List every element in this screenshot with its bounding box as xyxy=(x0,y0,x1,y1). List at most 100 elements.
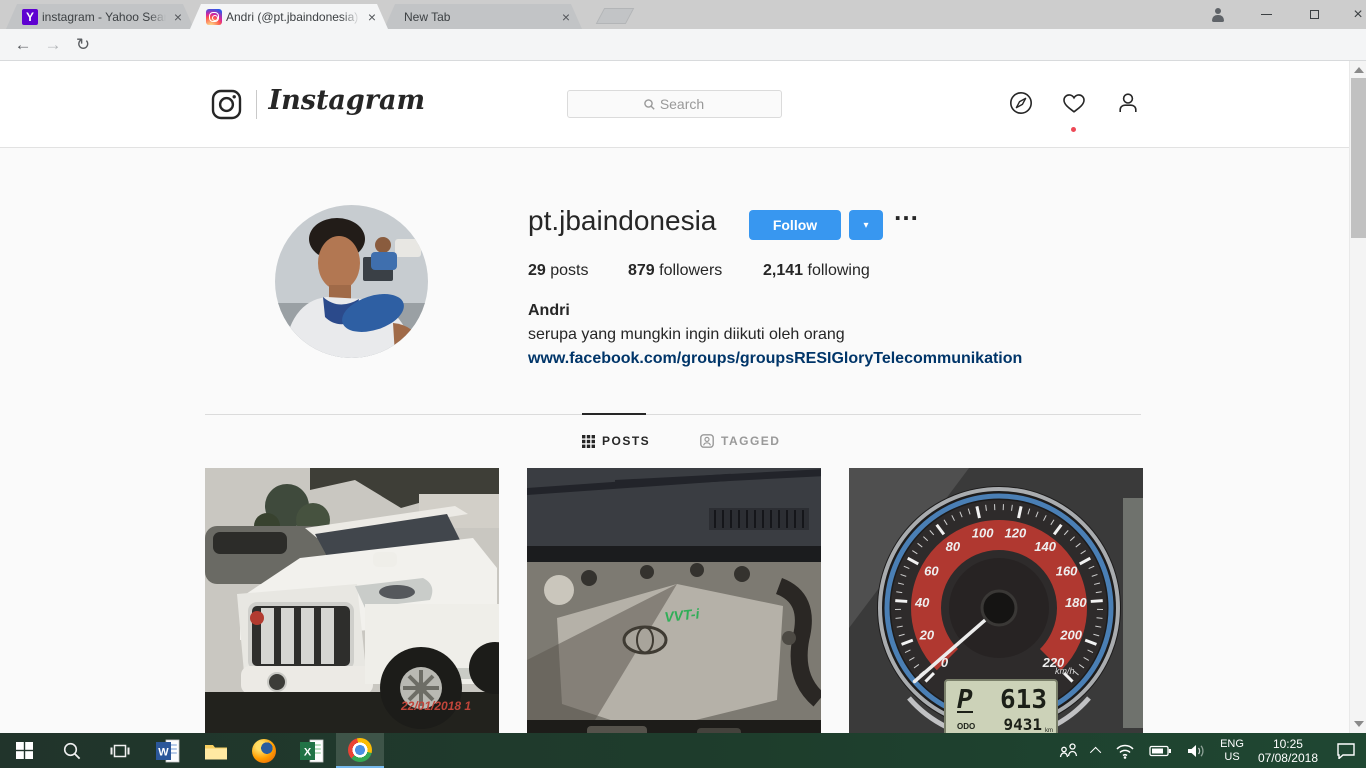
profile-person-icon[interactable] xyxy=(1116,91,1140,115)
task-view-icon xyxy=(110,743,130,759)
window-minimize-button[interactable] xyxy=(1244,0,1288,29)
page-scrollbar[interactable] xyxy=(1349,61,1366,733)
browser-tab-strip: Y instagram - Yahoo Search × Andri (@pt.… xyxy=(0,0,1366,29)
svg-text:80: 80 xyxy=(946,539,961,554)
follow-button[interactable]: Follow xyxy=(749,210,841,240)
photo-date-stamp: 22/01/2018 1 xyxy=(400,699,471,713)
reload-button[interactable]: ↻ xyxy=(70,33,96,57)
active-tab-indicator xyxy=(582,413,646,415)
lcd-gear-indicator: P xyxy=(957,685,973,715)
tab-new-tab[interactable]: New Tab × xyxy=(384,4,582,29)
battery-icon[interactable] xyxy=(1149,744,1172,758)
volume-icon[interactable] xyxy=(1186,743,1206,759)
profile-website-link[interactable]: www.facebook.com/groups/groupsRESIGloryT… xyxy=(528,350,1022,368)
svg-text:120: 120 xyxy=(1005,525,1027,540)
following-count[interactable]: 2,141 following xyxy=(763,262,870,280)
tab-close-icon[interactable]: × xyxy=(170,9,186,25)
activity-heart-icon[interactable] xyxy=(1062,91,1086,115)
clock[interactable]: 10:25 07/08/2018 xyxy=(1258,737,1318,765)
start-button[interactable] xyxy=(0,733,48,768)
page-viewport: Instagram Search xyxy=(0,61,1366,733)
taskbar-firefox-button[interactable] xyxy=(240,733,288,768)
firefox-icon xyxy=(252,739,276,763)
instagram-glyph-logo[interactable] xyxy=(211,89,242,120)
wifi-icon[interactable] xyxy=(1115,743,1135,759)
taskbar-search-button[interactable] xyxy=(48,733,96,768)
profile-picture[interactable] xyxy=(275,205,428,358)
lcd-odo-value: 9431 xyxy=(1003,715,1042,733)
back-icon: ← xyxy=(15,35,32,54)
language-indicator[interactable]: ENG US xyxy=(1220,738,1244,764)
svg-text:200: 200 xyxy=(1059,627,1082,642)
lcd-trip-value: 613 xyxy=(1000,685,1047,715)
minimize-icon xyxy=(1261,14,1272,15)
divider xyxy=(205,414,1141,415)
svg-text:160: 160 xyxy=(1056,564,1078,579)
explore-compass-icon[interactable] xyxy=(1009,91,1033,115)
tab-tagged[interactable]: TAGGED xyxy=(700,434,780,448)
tab-posts[interactable]: POSTS xyxy=(582,434,650,448)
forward-icon: → xyxy=(45,35,62,54)
tab-yahoo-search[interactable]: Y instagram - Yahoo Search × xyxy=(6,4,194,29)
tagged-person-icon xyxy=(700,434,714,448)
chevron-down-icon: ▾ xyxy=(863,220,868,231)
windows-logo-icon xyxy=(16,742,33,759)
browser-profile-button[interactable] xyxy=(1196,0,1240,29)
search-icon xyxy=(63,742,81,760)
browser-toolbar: ← → ↻ Secure https://www.instagram.com/p… xyxy=(0,29,1366,61)
profile-bio: serupa yang mungkin ingin diikuti oleh o… xyxy=(528,326,845,344)
scroll-up-arrow-icon[interactable] xyxy=(1354,67,1364,73)
search-input[interactable]: Search xyxy=(567,90,782,118)
more-options-button[interactable]: … xyxy=(893,196,920,227)
action-center-icon[interactable] xyxy=(1336,742,1356,759)
grid-icon xyxy=(582,435,595,448)
chrome-icon xyxy=(348,738,372,762)
clock-time: 10:25 xyxy=(1258,737,1318,751)
tab-instagram-profile[interactable]: Andri (@pt.jbaindonesia) × xyxy=(190,4,388,29)
followers-count[interactable]: 879 followers xyxy=(628,262,722,280)
tray-expand-chevron-icon[interactable] xyxy=(1090,746,1101,757)
scroll-down-arrow-icon[interactable] xyxy=(1354,721,1364,727)
post-thumbnail-suv[interactable]: 22/01/2018 1 xyxy=(205,468,499,733)
taskbar-chrome-button[interactable] xyxy=(336,733,384,768)
clock-date: 07/08/2018 xyxy=(1258,751,1318,765)
posts-count: 29 posts xyxy=(528,262,588,280)
excel-icon: X xyxy=(300,739,324,763)
window-restore-button[interactable] xyxy=(1292,0,1336,29)
instagram-wordmark[interactable]: Instagram xyxy=(269,85,426,116)
divider xyxy=(256,90,257,119)
yahoo-favicon: Y xyxy=(22,9,38,25)
system-tray: ENG US 10:25 07/08/2018 xyxy=(1059,733,1366,768)
forward-button: → xyxy=(40,33,66,57)
scrollbar-thumb[interactable] xyxy=(1351,78,1366,238)
follow-options-button[interactable]: ▾ xyxy=(849,210,883,240)
profile-fullname: Andri xyxy=(528,302,570,320)
taskbar-excel-button[interactable]: X xyxy=(288,733,336,768)
lcd-odo-label: ODO xyxy=(957,722,975,731)
search-icon xyxy=(644,99,655,110)
window-close-button[interactable]: × xyxy=(1336,0,1366,29)
svg-text:60: 60 xyxy=(924,564,939,579)
post-thumbnail-speedometer[interactable]: 020406080100120140160180200220 km/h P 61… xyxy=(849,468,1143,733)
search-placeholder: Search xyxy=(660,96,704,112)
svg-text:X: X xyxy=(304,746,312,758)
tab-close-icon[interactable]: × xyxy=(364,9,380,25)
back-button[interactable]: ← xyxy=(10,33,36,57)
gauge-unit-label: km/h xyxy=(1055,666,1075,676)
screen: Y instagram - Yahoo Search × Andri (@pt.… xyxy=(0,0,1366,768)
svg-text:100: 100 xyxy=(972,525,994,540)
instagram-favicon xyxy=(206,9,222,25)
tab-title: New Tab xyxy=(404,10,554,24)
tab-close-icon[interactable]: × xyxy=(558,9,574,25)
windows-taskbar: W X xyxy=(0,733,1366,768)
taskbar-file-explorer-button[interactable] xyxy=(192,733,240,768)
folder-icon xyxy=(204,741,228,761)
new-tab-button[interactable] xyxy=(596,8,635,24)
task-view-button[interactable] xyxy=(96,733,144,768)
people-icon[interactable] xyxy=(1059,743,1079,759)
post-thumbnail-engine[interactable]: VVT-i xyxy=(527,468,821,733)
profile-icon xyxy=(1211,8,1225,22)
taskbar-word-button[interactable]: W xyxy=(144,733,192,768)
svg-text:140: 140 xyxy=(1034,539,1056,554)
svg-text:W: W xyxy=(158,746,169,758)
